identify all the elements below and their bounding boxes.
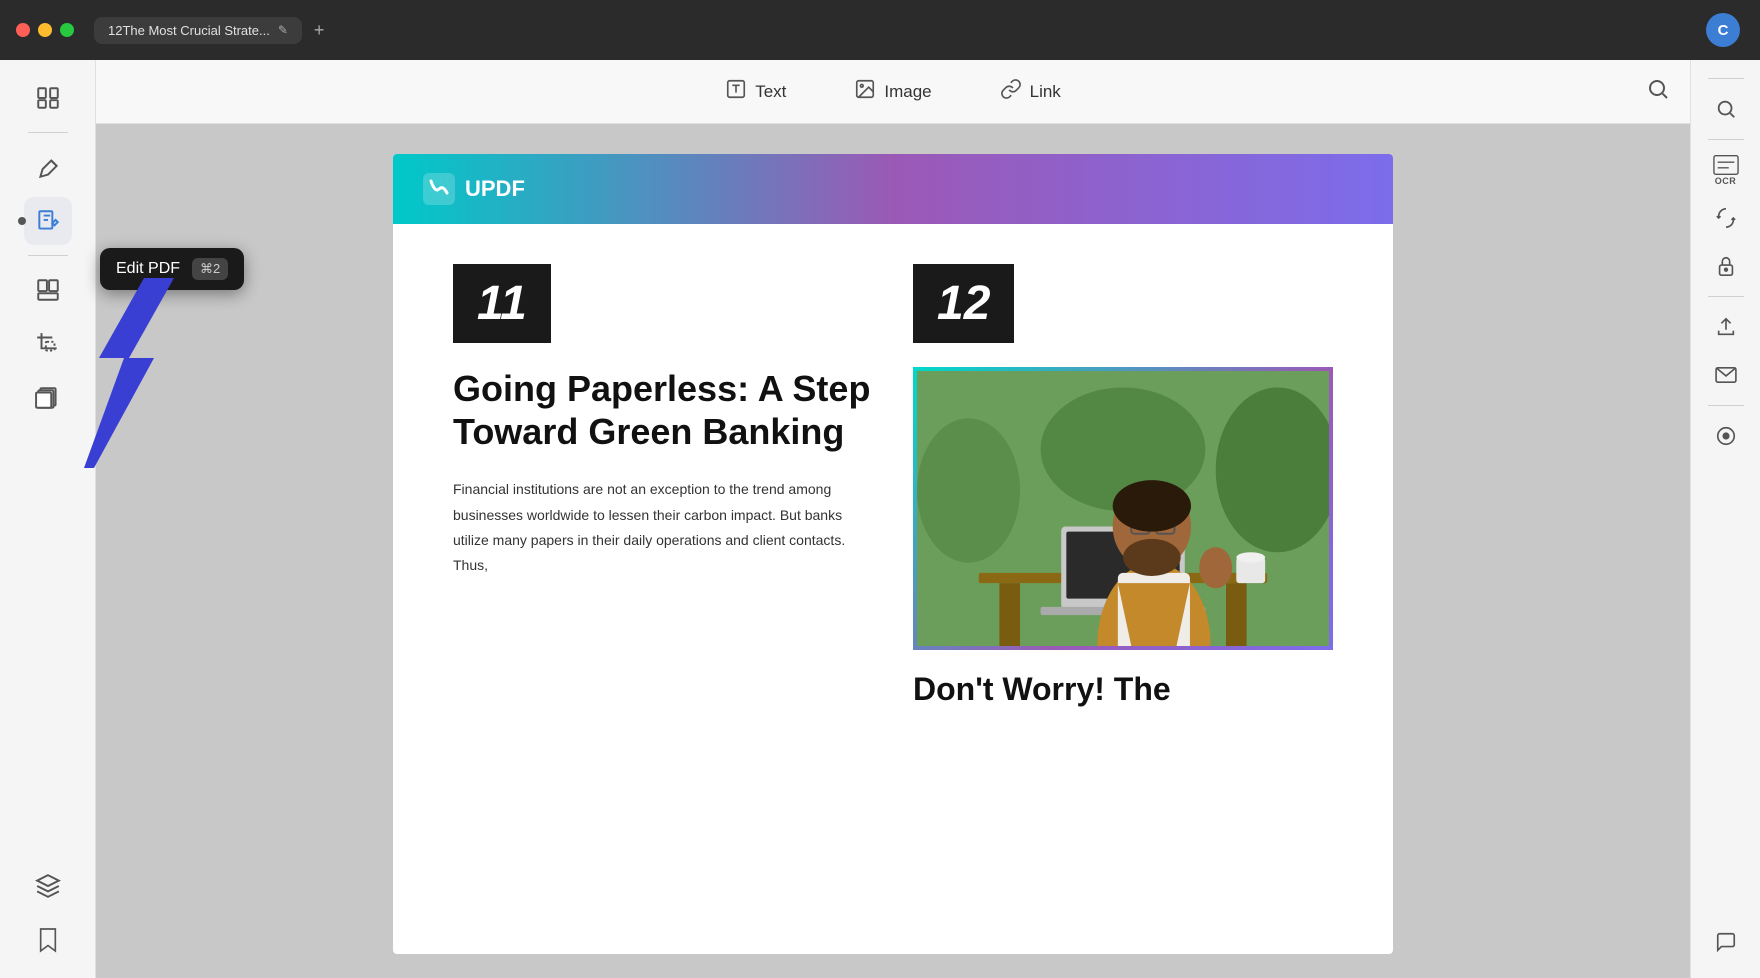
tab[interactable]: 12The Most Crucial Strate... ✎	[94, 17, 302, 44]
maximize-button[interactable]	[60, 23, 74, 37]
active-indicator	[18, 217, 26, 225]
left-section-title: Going Paperless: A Step Toward Green Ban…	[453, 367, 873, 453]
search-button[interactable]	[1646, 77, 1670, 107]
pdf-content: 11 Going Paperless: A Step Toward Green …	[393, 224, 1393, 728]
pdf-right-section: 12	[893, 264, 1353, 708]
right-section-subtitle: Don't Worry! The	[913, 670, 1333, 708]
image-label: Image	[884, 82, 931, 102]
main-layout: Text Image	[0, 60, 1760, 978]
edit-pdf-tooltip: Edit PDF ⌘2	[100, 248, 244, 290]
text-icon	[725, 78, 747, 106]
right-divider-2	[1708, 139, 1744, 140]
tab-edit-icon[interactable]: ✎	[278, 23, 288, 37]
tooltip-shortcut: ⌘2	[192, 258, 228, 280]
content-area: Text Image	[96, 60, 1690, 978]
left-section-body: Financial institutions are not an except…	[453, 477, 873, 578]
layers-icon[interactable]	[24, 374, 72, 422]
right-divider-1	[1708, 78, 1744, 79]
tab-area: 12The Most Crucial Strate... ✎ +	[94, 17, 324, 44]
tooltip-label: Edit PDF	[116, 260, 180, 278]
organize-icon[interactable]	[24, 266, 72, 314]
edit-pdf-icon[interactable]	[24, 197, 72, 245]
annotation-icon[interactable]	[24, 143, 72, 191]
image-frame	[913, 367, 1333, 650]
text-label: Text	[755, 82, 786, 102]
bookmark-icon[interactable]	[24, 916, 72, 964]
link-label: Link	[1030, 82, 1061, 102]
person-image	[917, 371, 1329, 646]
right-divider-3	[1708, 296, 1744, 297]
image-tool[interactable]: Image	[840, 72, 945, 112]
image-icon	[854, 78, 876, 106]
sidebar-bottom	[24, 862, 72, 964]
protect-icon[interactable]	[1704, 244, 1748, 288]
link-tool[interactable]: Link	[986, 72, 1075, 112]
ocr-label: OCR	[1715, 176, 1737, 186]
reader-icon[interactable]	[24, 74, 72, 122]
comment-icon[interactable]	[1704, 920, 1748, 964]
sidebar-divider-2	[28, 255, 68, 256]
pdf-page: UPDF 11 Going Paperless: A Step Toward G…	[393, 154, 1393, 954]
crop-icon[interactable]	[24, 320, 72, 368]
section-number-12: 12	[913, 264, 1014, 343]
tab-title: 12The Most Crucial Strate...	[108, 23, 270, 38]
right-divider-4	[1708, 405, 1744, 406]
close-button[interactable]	[16, 23, 30, 37]
updf-logo: UPDF	[423, 173, 525, 205]
pdf-header: UPDF	[393, 154, 1393, 224]
text-tool[interactable]: Text	[711, 72, 800, 112]
tab-add-button[interactable]: +	[314, 20, 325, 41]
sidebar-divider-1	[28, 132, 68, 133]
section-number-11: 11	[453, 264, 551, 343]
pdf-left-section: 11 Going Paperless: A Step Toward Green …	[433, 264, 893, 708]
toolbar: Text Image	[96, 60, 1690, 124]
link-icon	[1000, 78, 1022, 106]
convert-icon[interactable]	[1704, 196, 1748, 240]
stack-icon[interactable]	[24, 862, 72, 910]
traffic-lights	[16, 23, 74, 37]
share-icon[interactable]	[1704, 305, 1748, 349]
save-icon[interactable]	[1704, 414, 1748, 458]
mail-icon[interactable]	[1704, 353, 1748, 397]
brand-name: UPDF	[465, 176, 525, 202]
ocr-button[interactable]: OCR	[1704, 148, 1748, 192]
minimize-button[interactable]	[38, 23, 52, 37]
right-sidebar: OCR	[1690, 60, 1760, 978]
search-right-icon[interactable]	[1704, 87, 1748, 131]
pdf-viewport[interactable]: UPDF 11 Going Paperless: A Step Toward G…	[96, 124, 1690, 978]
left-sidebar	[0, 60, 96, 978]
avatar[interactable]: C	[1706, 13, 1740, 47]
title-bar: 12The Most Crucial Strate... ✎ + C	[0, 0, 1760, 60]
